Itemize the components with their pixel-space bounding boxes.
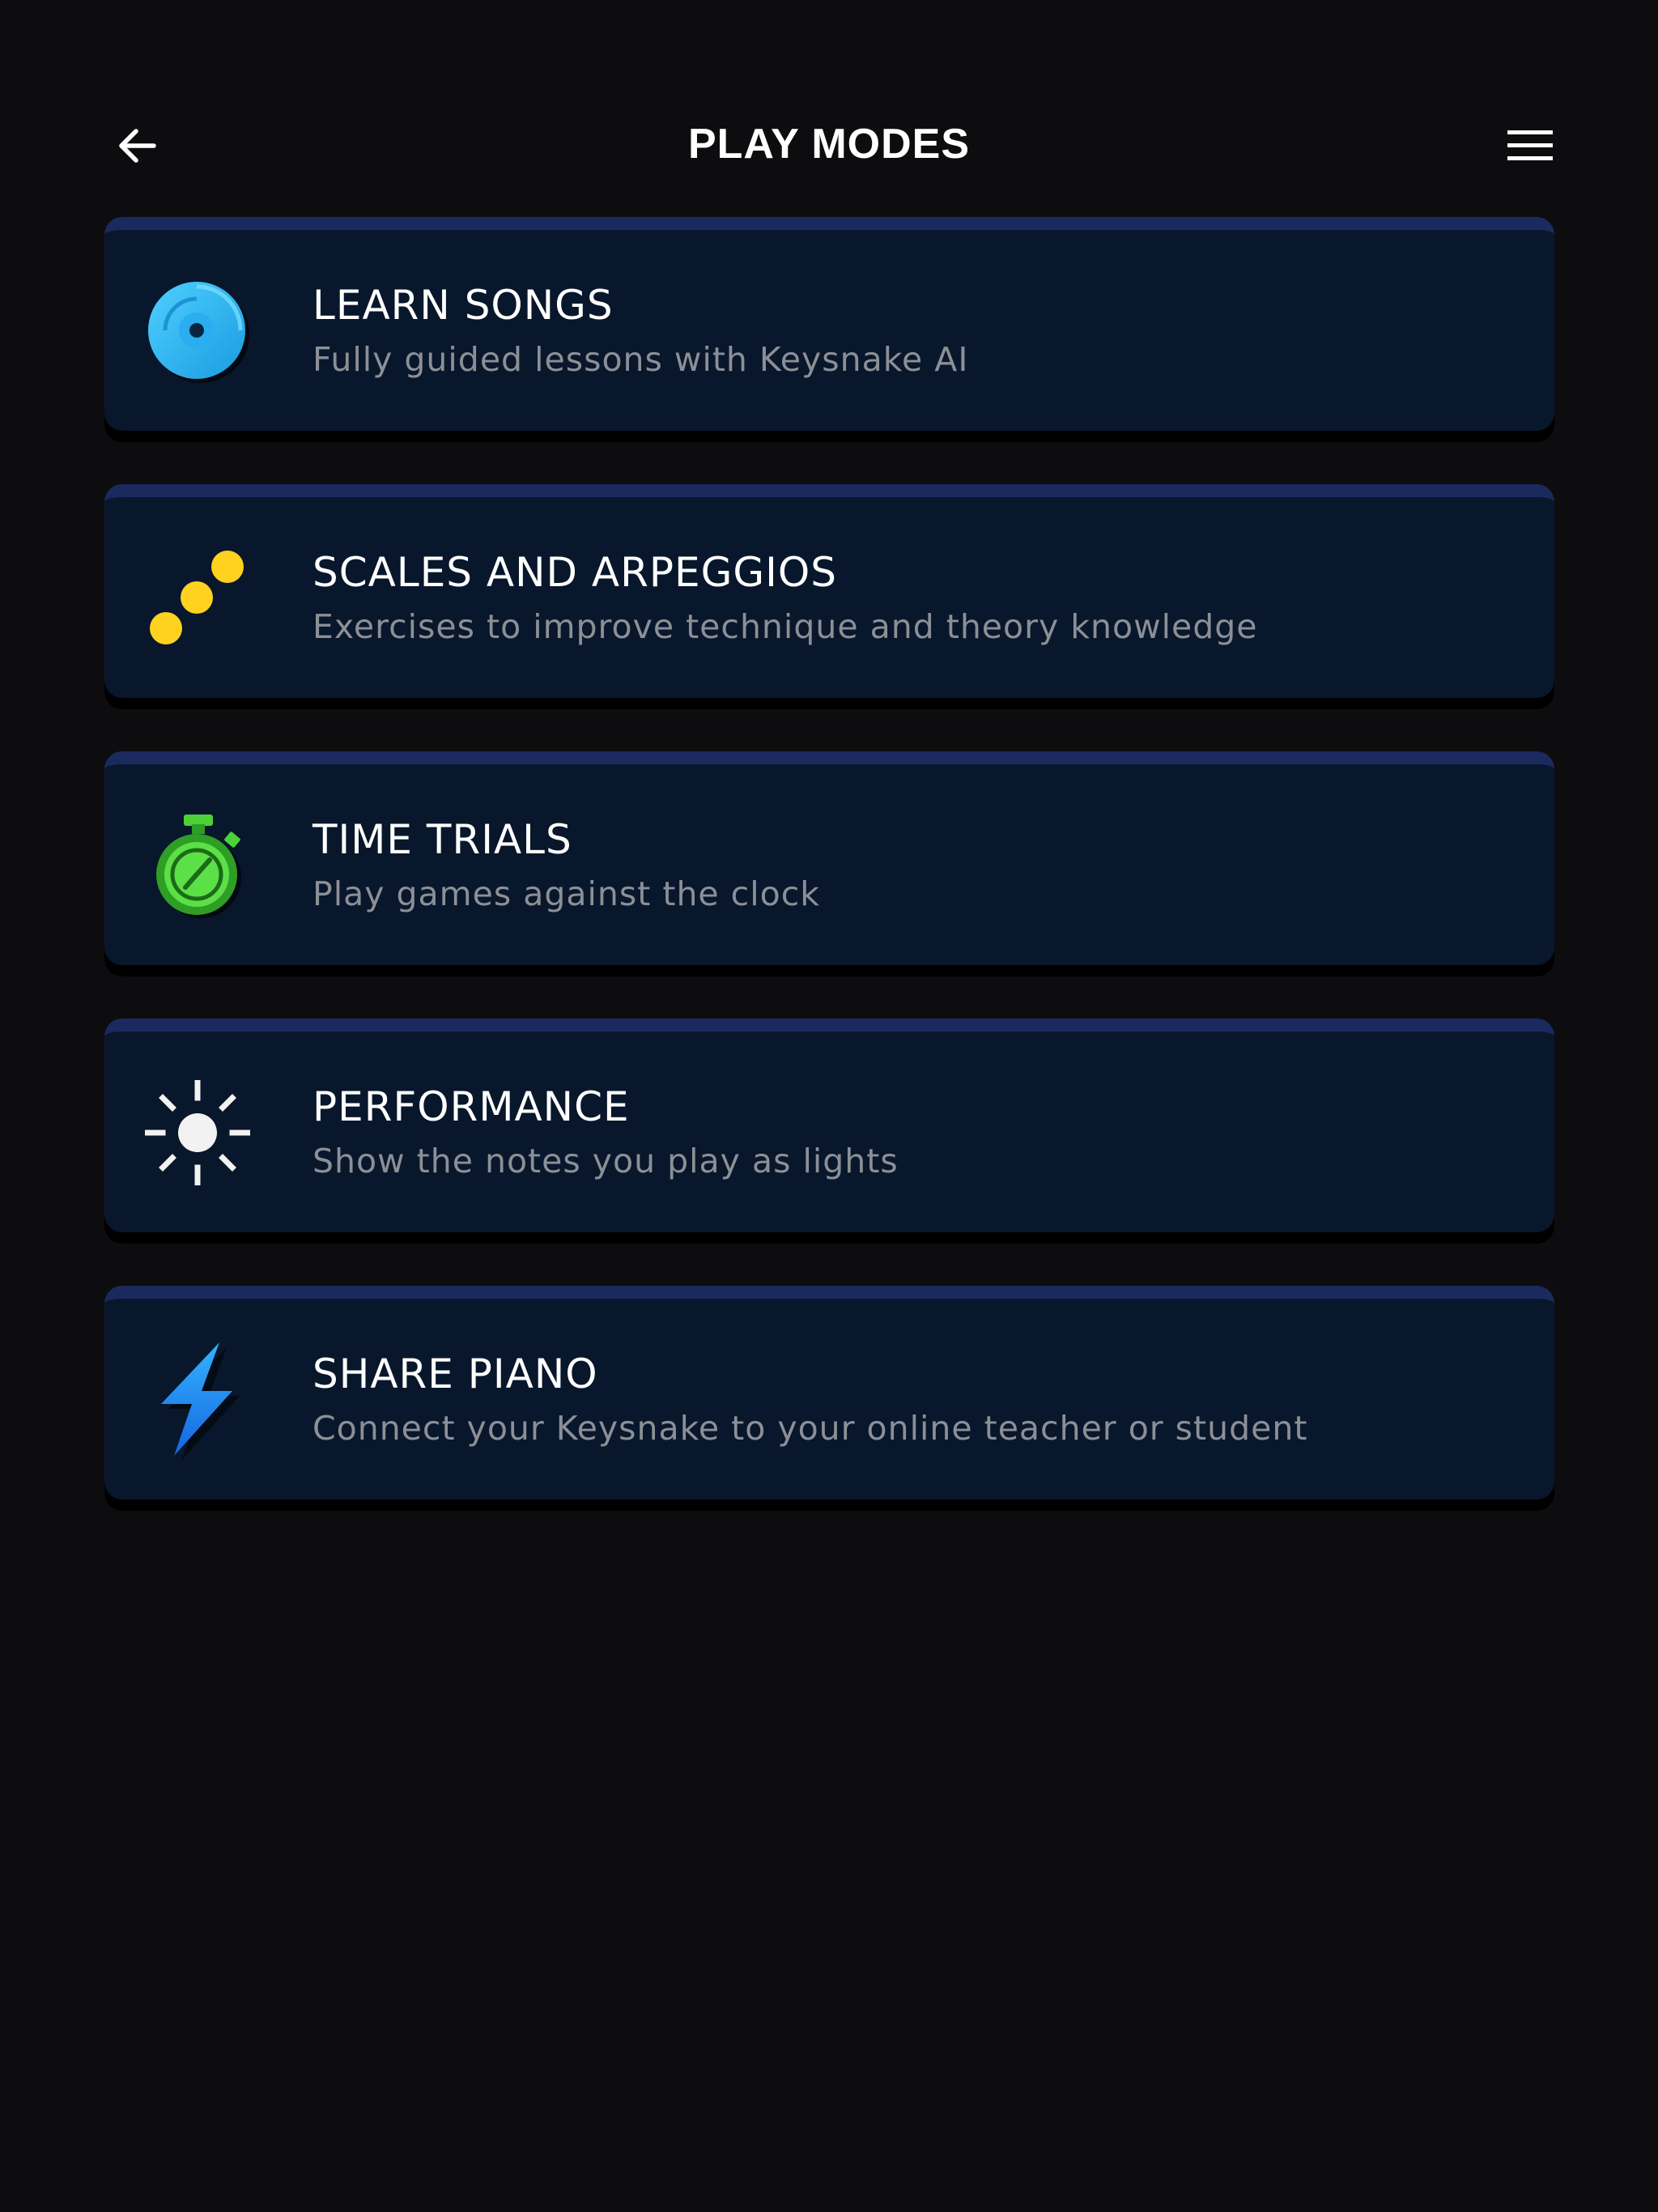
mode-subtitle: Play games against the clock [312, 874, 820, 913]
mode-subtitle: Connect your Keysnake to your online tea… [312, 1409, 1308, 1448]
mode-title: SHARE PIANO [312, 1351, 598, 1397]
hamburger-menu-icon [1507, 130, 1553, 160]
light-burst-icon [145, 1080, 250, 1185]
music-disc-icon [145, 279, 250, 384]
mode-card-share-piano[interactable]: SHARE PIANO Connect your Keysnake to you… [104, 1286, 1554, 1499]
page-title: PLAY MODES [687, 121, 971, 168]
mode-card-scales-and-arpeggios[interactable]: SCALES AND ARPEGGIOS Exercises to improv… [104, 484, 1554, 698]
mode-title: SCALES AND ARPEGGIOS [312, 549, 837, 596]
play-modes-list: LEARN SONGS Fully guided lessons with Ke… [104, 217, 1554, 1553]
mode-subtitle: Fully guided lessons with Keysnake AI [312, 340, 969, 379]
lightning-bolt-icon [145, 1342, 250, 1461]
mode-card-learn-songs[interactable]: LEARN SONGS Fully guided lessons with Ke… [104, 217, 1554, 431]
mode-card-time-trials[interactable]: TIME TRIALS Play games against the clock [104, 751, 1554, 965]
mode-title: TIME TRIALS [312, 816, 572, 863]
ascending-dots-icon [145, 546, 250, 651]
mode-subtitle: Show the notes you play as lights [312, 1142, 899, 1180]
mode-subtitle: Exercises to improve technique and theor… [312, 607, 1258, 646]
app-header: PLAY MODES [0, 0, 1658, 211]
menu-button[interactable] [1498, 113, 1562, 178]
mode-title: LEARN SONGS [312, 282, 614, 329]
stopwatch-icon [145, 813, 250, 918]
mode-card-performance[interactable]: PERFORMANCE Show the notes you play as l… [104, 1019, 1554, 1232]
mode-title: PERFORMANCE [312, 1083, 630, 1130]
